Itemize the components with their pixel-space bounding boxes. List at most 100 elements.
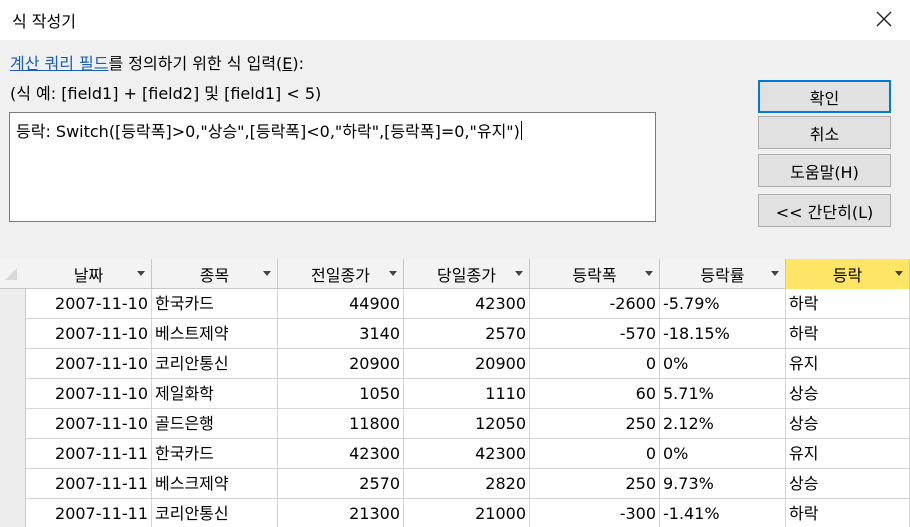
ok-button[interactable]: 확인 xyxy=(758,80,891,113)
record-selector[interactable] xyxy=(0,439,26,469)
table-row[interactable]: 2007-11-10 제일화학 1050 1110 60 5.71% 상승 xyxy=(0,379,910,409)
cell-stock[interactable]: 제일화학 xyxy=(152,379,278,409)
table-row[interactable]: 2007-11-11 베스크제약 2570 2820 250 9.73% 상승 xyxy=(0,469,910,499)
cell-change-rate[interactable]: 9.73% xyxy=(660,469,786,499)
cell-direction[interactable]: 상승 xyxy=(786,469,910,499)
column-header-direction[interactable]: 등락 xyxy=(786,259,910,289)
cell-prev-close[interactable]: 42300 xyxy=(278,439,404,469)
cell-stock[interactable]: 골드은행 xyxy=(152,409,278,439)
cell-direction[interactable]: 하락 xyxy=(786,499,910,527)
expression-text: 등락: Switch([등락폭]>0,"상승",[등락폭]<0,"하락",[등락… xyxy=(16,122,520,141)
column-header-prev-close[interactable]: 전일종가 xyxy=(278,259,404,289)
close-button[interactable] xyxy=(866,2,902,36)
prompt-text: 를 정의하기 위한 식 입력( xyxy=(108,54,283,73)
chevron-down-icon[interactable] xyxy=(389,271,397,276)
cell-date[interactable]: 2007-11-10 xyxy=(26,409,152,439)
cell-change[interactable]: -2600 xyxy=(530,289,660,319)
chevron-down-icon[interactable] xyxy=(263,271,271,276)
record-selector[interactable] xyxy=(0,289,26,319)
help-button[interactable]: 도움말(H) xyxy=(758,154,891,187)
cell-close[interactable]: 1110 xyxy=(404,379,530,409)
cell-prev-close[interactable]: 20900 xyxy=(278,349,404,379)
less-button[interactable]: << 간단히(L) xyxy=(758,194,891,227)
cell-date[interactable]: 2007-11-10 xyxy=(26,349,152,379)
cell-close[interactable]: 42300 xyxy=(404,289,530,319)
cell-prev-close[interactable]: 2570 xyxy=(278,469,404,499)
cell-change[interactable]: 0 xyxy=(530,349,660,379)
cell-change-rate[interactable]: 5.71% xyxy=(660,379,786,409)
record-selector[interactable] xyxy=(0,319,26,349)
cell-date[interactable]: 2007-11-11 xyxy=(26,499,152,527)
cell-direction[interactable]: 유지 xyxy=(786,349,910,379)
cell-close[interactable]: 2570 xyxy=(404,319,530,349)
column-label: 전일종가 xyxy=(311,266,370,285)
cell-date[interactable]: 2007-11-10 xyxy=(26,319,152,349)
table-row[interactable]: 2007-11-10 골드은행 11800 12050 250 2.12% 상승 xyxy=(0,409,910,439)
cell-change[interactable]: -570 xyxy=(530,319,660,349)
cell-stock[interactable]: 베스크제약 xyxy=(152,469,278,499)
record-selector[interactable] xyxy=(0,499,26,527)
cell-stock[interactable]: 코리안통신 xyxy=(152,349,278,379)
cell-change-rate[interactable]: 2.12% xyxy=(660,409,786,439)
expression-input[interactable]: 등락: Switch([등락폭]>0,"상승",[등락폭]<0,"하락",[등락… xyxy=(9,112,656,222)
cancel-button[interactable]: 취소 xyxy=(758,116,891,149)
record-selector[interactable] xyxy=(0,469,26,499)
record-selector[interactable] xyxy=(0,379,26,409)
cell-prev-close[interactable]: 3140 xyxy=(278,319,404,349)
cell-change-rate[interactable]: -1.41% xyxy=(660,499,786,527)
cell-date[interactable]: 2007-11-10 xyxy=(26,379,152,409)
cell-close[interactable]: 2820 xyxy=(404,469,530,499)
table-row[interactable]: 2007-11-10 한국카드 44900 42300 -2600 -5.79%… xyxy=(0,289,910,319)
cell-change-rate[interactable]: -18.15% xyxy=(660,319,786,349)
cell-date[interactable]: 2007-11-11 xyxy=(26,469,152,499)
cell-stock[interactable]: 한국카드 xyxy=(152,289,278,319)
table-row[interactable]: 2007-11-11 한국카드 42300 42300 0 0% 유지 xyxy=(0,439,910,469)
column-header-change-rate[interactable]: 등락률 xyxy=(660,259,786,289)
column-header-date[interactable]: 날짜 xyxy=(26,259,152,289)
cell-direction[interactable]: 하락 xyxy=(786,319,910,349)
cell-stock[interactable]: 한국카드 xyxy=(152,439,278,469)
cell-direction[interactable]: 상승 xyxy=(786,379,910,409)
cell-change[interactable]: 250 xyxy=(530,469,660,499)
cell-stock[interactable]: 베스트제약 xyxy=(152,319,278,349)
cell-close[interactable]: 21000 xyxy=(404,499,530,527)
record-selector[interactable] xyxy=(0,409,26,439)
cell-date[interactable]: 2007-11-11 xyxy=(26,439,152,469)
cell-change[interactable]: -300 xyxy=(530,499,660,527)
chevron-down-icon[interactable] xyxy=(771,271,779,276)
cell-change-rate[interactable]: -5.79% xyxy=(660,289,786,319)
chevron-down-icon[interactable] xyxy=(515,271,523,276)
cell-prev-close[interactable]: 11800 xyxy=(278,409,404,439)
column-label: 날짜 xyxy=(73,266,104,285)
cell-direction[interactable]: 유지 xyxy=(786,439,910,469)
table-row[interactable]: 2007-11-10 코리안통신 20900 20900 0 0% 유지 xyxy=(0,349,910,379)
column-header-change[interactable]: 등락폭 xyxy=(530,259,660,289)
cell-direction[interactable]: 하락 xyxy=(786,289,910,319)
select-all[interactable] xyxy=(0,259,26,289)
cell-close[interactable]: 42300 xyxy=(404,439,530,469)
column-header-close[interactable]: 당일종가 xyxy=(404,259,530,289)
table-row[interactable]: 2007-11-10 베스트제약 3140 2570 -570 -18.15% … xyxy=(0,319,910,349)
chevron-down-icon[interactable] xyxy=(895,271,903,276)
cell-change-rate[interactable]: 0% xyxy=(660,439,786,469)
cell-change[interactable]: 250 xyxy=(530,409,660,439)
cell-stock[interactable]: 코리안통신 xyxy=(152,499,278,527)
cell-change-rate[interactable]: 0% xyxy=(660,349,786,379)
cell-prev-close[interactable]: 44900 xyxy=(278,289,404,319)
column-label: 등락 xyxy=(832,266,863,285)
column-header-stock[interactable]: 종목 xyxy=(152,259,278,289)
cell-prev-close[interactable]: 21300 xyxy=(278,499,404,527)
chevron-down-icon[interactable] xyxy=(137,271,145,276)
cell-close[interactable]: 12050 xyxy=(404,409,530,439)
table-row[interactable]: 2007-11-11 코리안통신 21300 21000 -300 -1.41%… xyxy=(0,499,910,527)
cell-date[interactable]: 2007-11-10 xyxy=(26,289,152,319)
cell-close[interactable]: 20900 xyxy=(404,349,530,379)
chevron-down-icon[interactable] xyxy=(645,271,653,276)
cell-prev-close[interactable]: 1050 xyxy=(278,379,404,409)
record-selector[interactable] xyxy=(0,349,26,379)
cell-change[interactable]: 60 xyxy=(530,379,660,409)
calc-field-link[interactable]: 계산 쿼리 필드 xyxy=(10,54,109,73)
cell-change[interactable]: 0 xyxy=(530,439,660,469)
cell-direction[interactable]: 상승 xyxy=(786,409,910,439)
select-all-icon xyxy=(5,268,17,280)
